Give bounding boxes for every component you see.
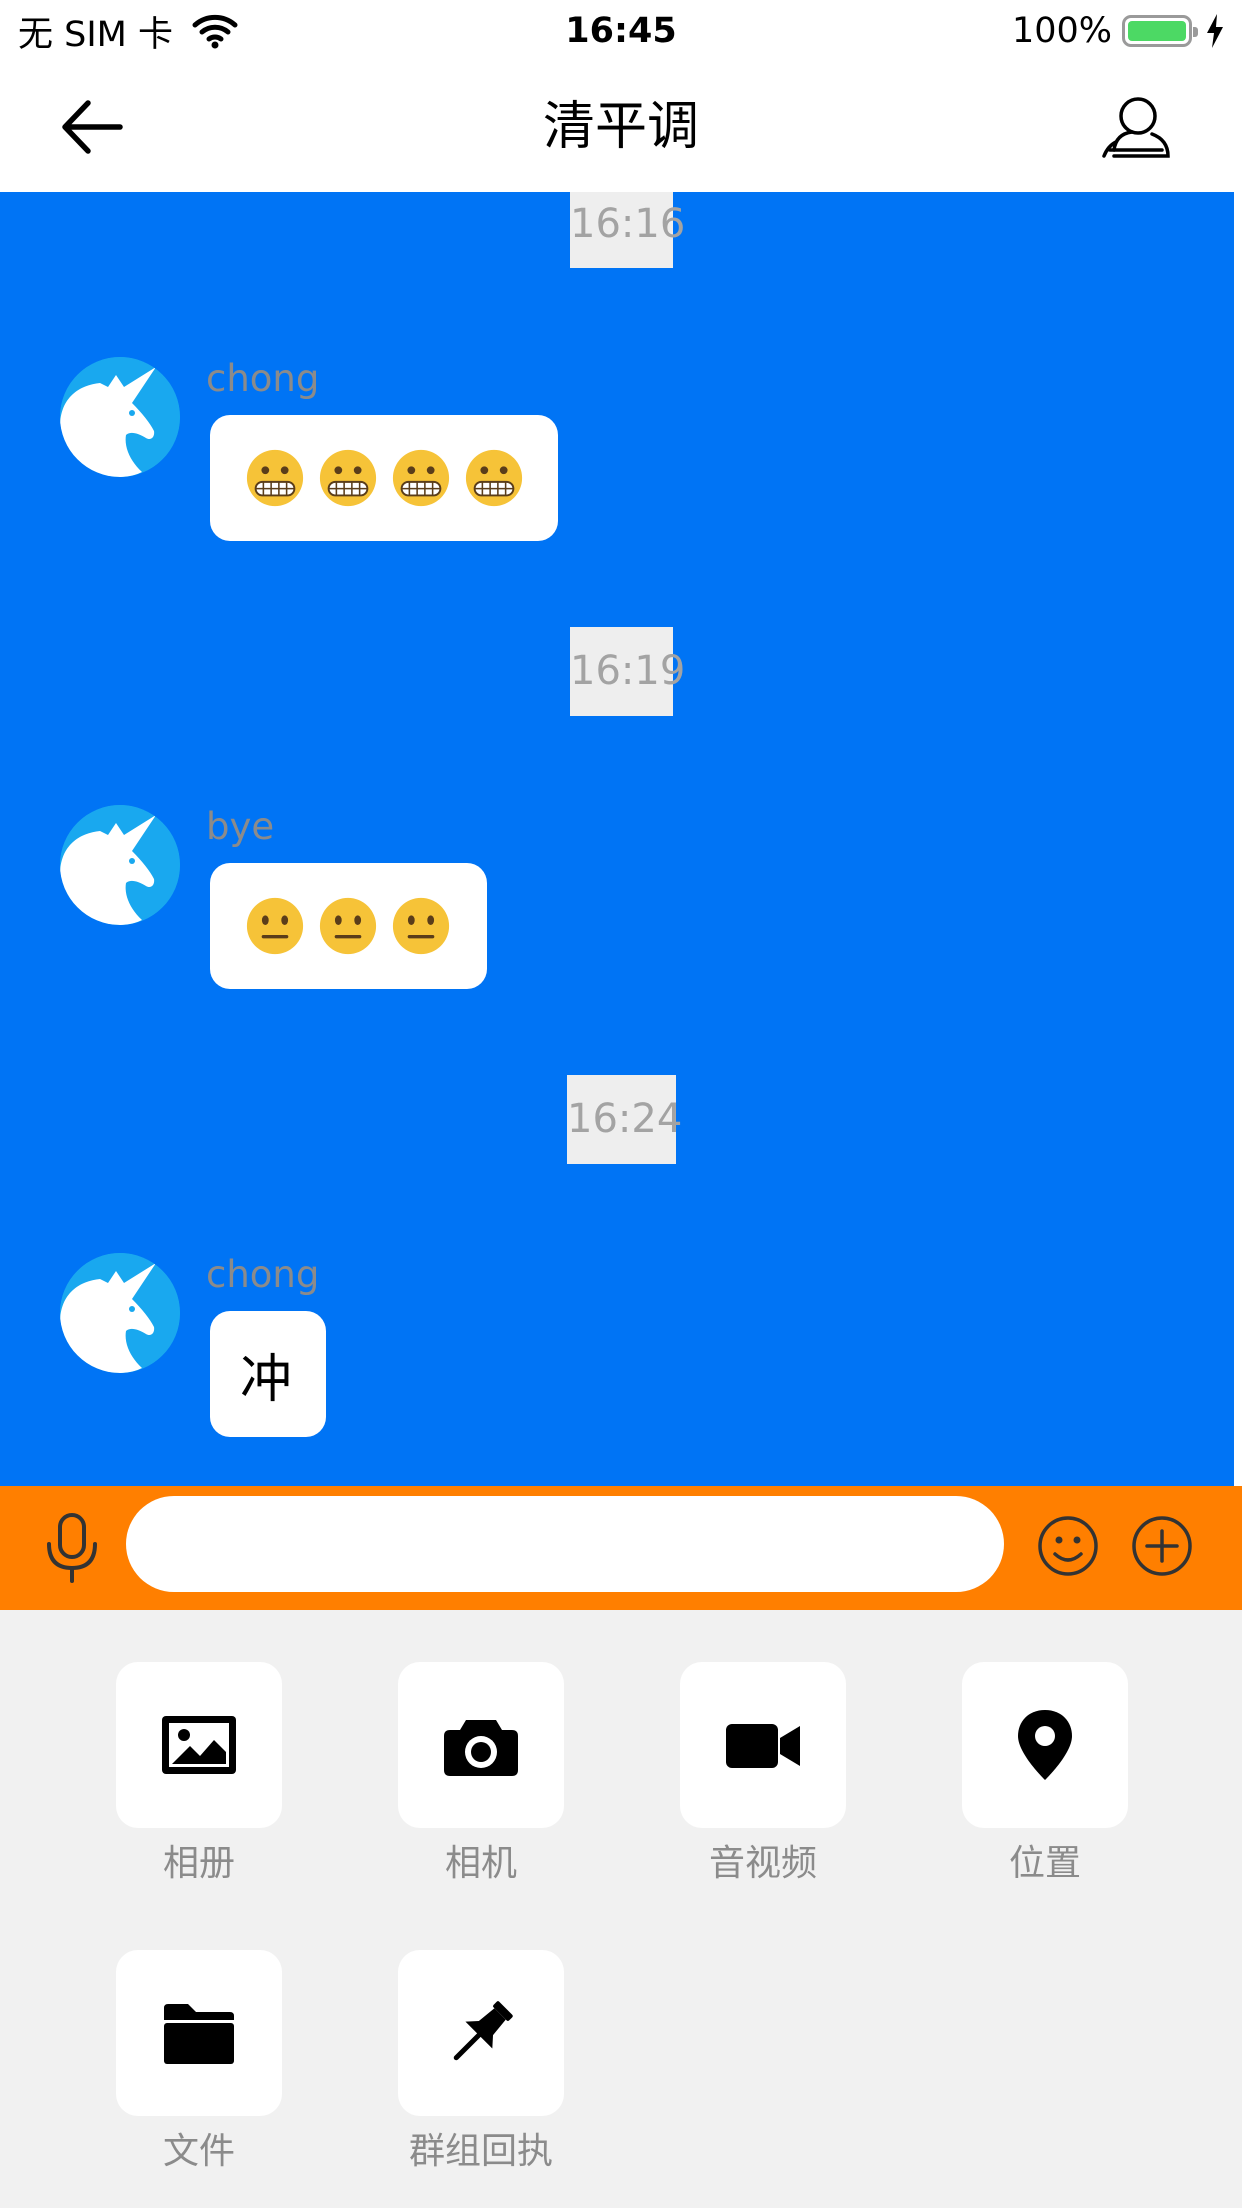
image-icon	[162, 1716, 236, 1774]
folder-icon	[164, 2004, 234, 2064]
chat-messages-area[interactable]: 16:16 chong 16:19 bye 16:24 chong 冲	[0, 192, 1242, 1486]
tool-camera[interactable]: 相机	[398, 1662, 564, 1886]
tool-av-label: 音视频	[708, 1843, 817, 1884]
tool-group-receipt[interactable]: 群组回执	[398, 1950, 564, 2174]
grimacing-face-icon	[465, 449, 523, 507]
group-members-icon[interactable]	[1100, 94, 1172, 160]
avatar-unicorn[interactable]	[60, 805, 180, 925]
neutral-face-icon	[246, 897, 304, 955]
unicorn-icon	[60, 357, 180, 477]
tool-album[interactable]: 相册	[116, 1662, 282, 1886]
input-bar	[0, 1486, 1242, 1610]
tool-av[interactable]: 音视频	[680, 1662, 846, 1886]
message-timestamp: 16:24	[567, 1075, 682, 1164]
message-bubble[interactable]	[210, 863, 487, 989]
grimacing-face-icon	[246, 449, 304, 507]
microphone-icon[interactable]	[44, 1512, 100, 1584]
status-right: 100%	[1012, 8, 1224, 54]
message-timestamp: 16:16	[570, 192, 685, 268]
tool-file[interactable]: 文件	[116, 1950, 282, 2174]
grimacing-face-icon	[392, 449, 450, 507]
neutral-face-icon	[392, 897, 450, 955]
sender-name: bye	[206, 805, 275, 848]
battery-cap	[1193, 27, 1198, 37]
scroll-edge	[1234, 192, 1242, 1486]
avatar-unicorn[interactable]	[60, 357, 180, 477]
battery-percent: 100%	[1011, 11, 1112, 51]
emoji-face-icon[interactable]	[1036, 1514, 1100, 1578]
location-pin-icon	[1018, 1710, 1072, 1780]
tool-location[interactable]: 位置	[962, 1662, 1128, 1886]
battery-fill	[1128, 21, 1186, 41]
message-timestamp: 16:19	[570, 627, 685, 716]
grimacing-face-icon	[319, 449, 377, 507]
tool-location-label: 位置	[1008, 1843, 1081, 1884]
message-bubble[interactable]: 冲	[210, 1311, 326, 1437]
charging-bolt-icon	[1207, 14, 1223, 48]
sender-name: chong	[206, 357, 320, 400]
message-bubble[interactable]	[210, 415, 558, 541]
tool-camera-label: 相机	[444, 1843, 517, 1884]
unicorn-icon	[60, 1253, 180, 1373]
tool-album-box[interactable]	[116, 1662, 282, 1828]
tool-file-box[interactable]	[116, 1950, 282, 2116]
tool-camera-box[interactable]	[398, 1662, 564, 1828]
unicorn-icon	[60, 805, 180, 925]
plus-circle-icon[interactable]	[1130, 1514, 1194, 1578]
tool-file-label: 文件	[162, 2131, 235, 2172]
tool-album-label: 相册	[162, 1843, 235, 1884]
avatar-unicorn[interactable]	[60, 1253, 180, 1373]
tool-group-receipt-box[interactable]	[398, 1950, 564, 2116]
neutral-face-icon	[319, 897, 377, 955]
nav-bar: 清平调	[0, 62, 1242, 192]
pushpin-icon	[453, 2001, 513, 2061]
tool-av-box[interactable]	[680, 1662, 846, 1828]
tool-group-receipt-label: 群组回执	[408, 2131, 553, 2172]
camera-icon	[444, 1720, 518, 1776]
page-title: 清平调	[542, 97, 699, 157]
video-camera-icon	[726, 1724, 800, 1768]
message-input[interactable]	[126, 1496, 1004, 1592]
sender-name: chong	[206, 1253, 320, 1296]
tool-location-box[interactable]	[962, 1662, 1128, 1828]
more-tools-panel: 相册 相机 音视频 位置 文件 群组回执	[0, 1610, 1242, 2208]
battery-icon	[1122, 15, 1198, 47]
status-bar: 无 SIM 卡 16:45 100%	[0, 0, 1242, 62]
message-text: 冲	[240, 1349, 293, 1410]
